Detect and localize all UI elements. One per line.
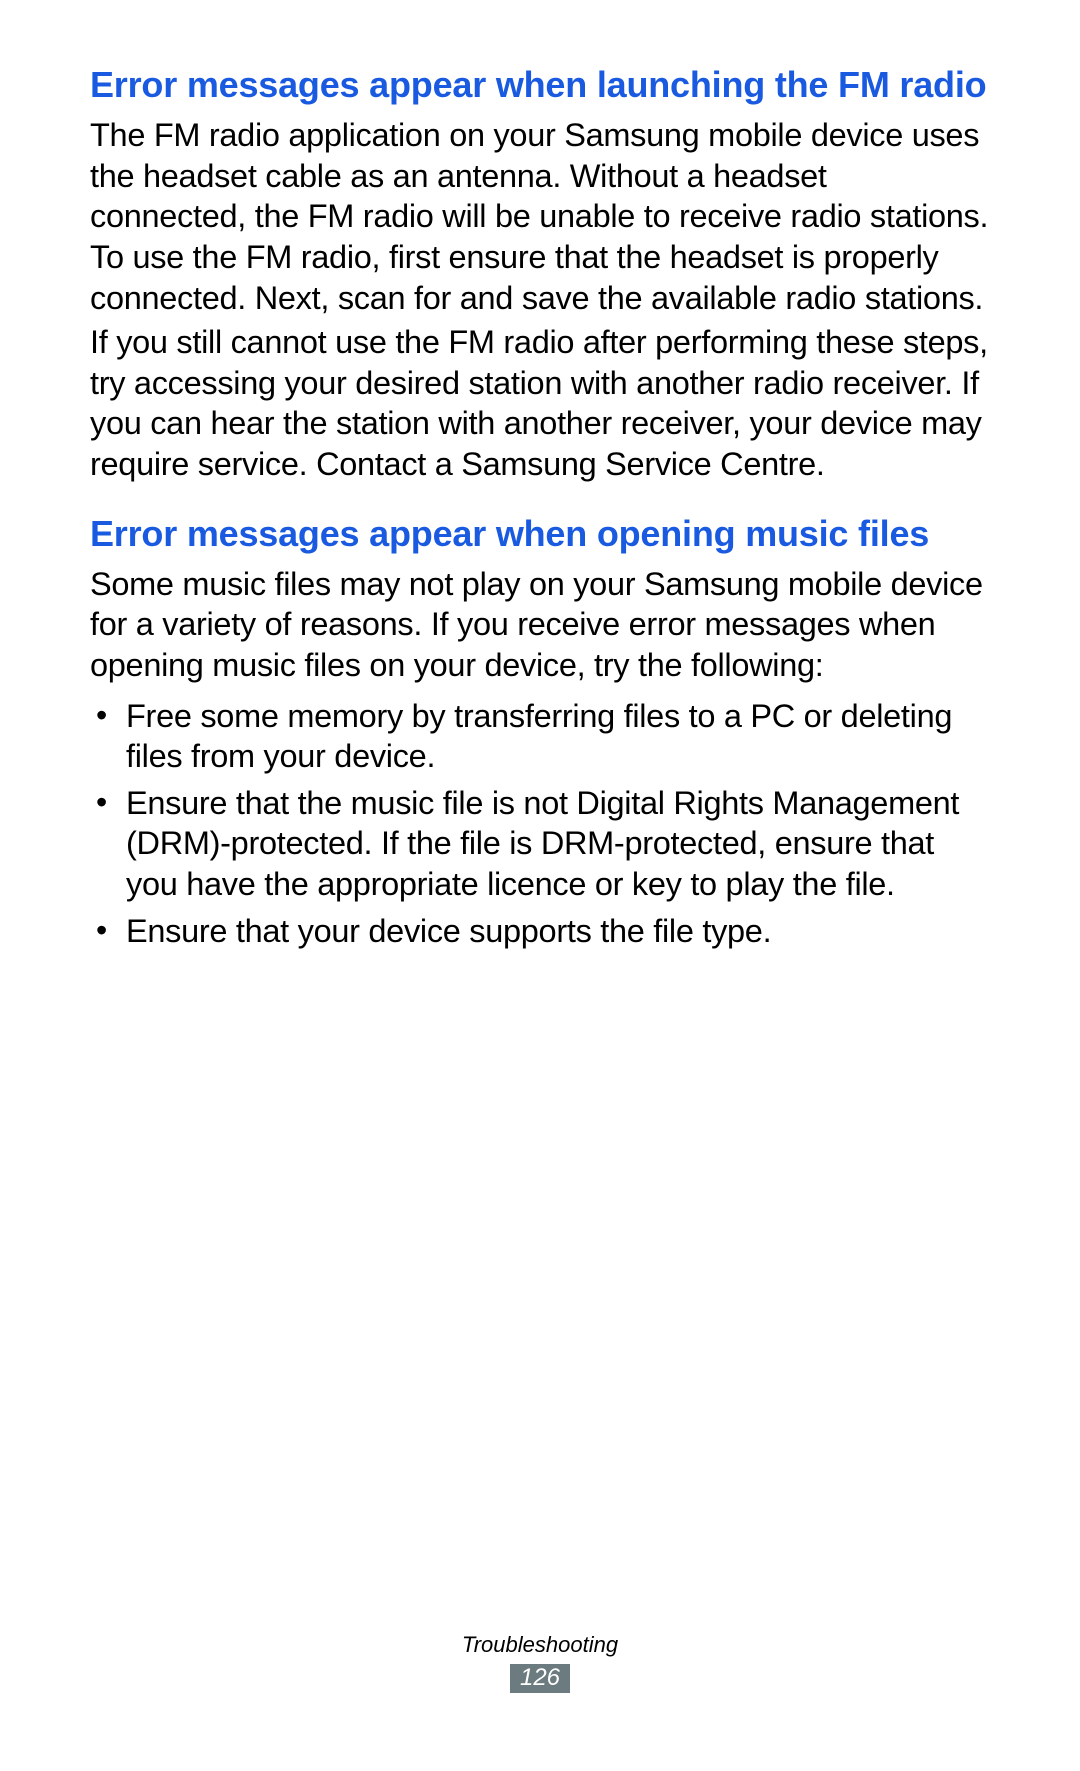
- paragraph: Some music files may not play on your Sa…: [90, 564, 990, 686]
- footer-section-label: Troubleshooting: [0, 1632, 1080, 1658]
- list-item: Free some memory by transferring files t…: [90, 696, 990, 777]
- section-heading-music-files: Error messages appear when opening music…: [90, 511, 990, 556]
- list-item: Ensure that your device supports the fil…: [90, 911, 990, 952]
- section-heading-fm-radio: Error messages appear when launching the…: [90, 62, 990, 107]
- paragraph: The FM radio application on your Samsung…: [90, 115, 990, 318]
- page-number: 126: [510, 1664, 570, 1693]
- page-footer: Troubleshooting 126: [0, 1632, 1080, 1693]
- list-item: Ensure that the music file is not Digita…: [90, 783, 990, 905]
- document-page: Error messages appear when launching the…: [0, 0, 1080, 1771]
- paragraph: If you still cannot use the FM radio aft…: [90, 322, 990, 485]
- bullet-list: Free some memory by transferring files t…: [90, 696, 990, 952]
